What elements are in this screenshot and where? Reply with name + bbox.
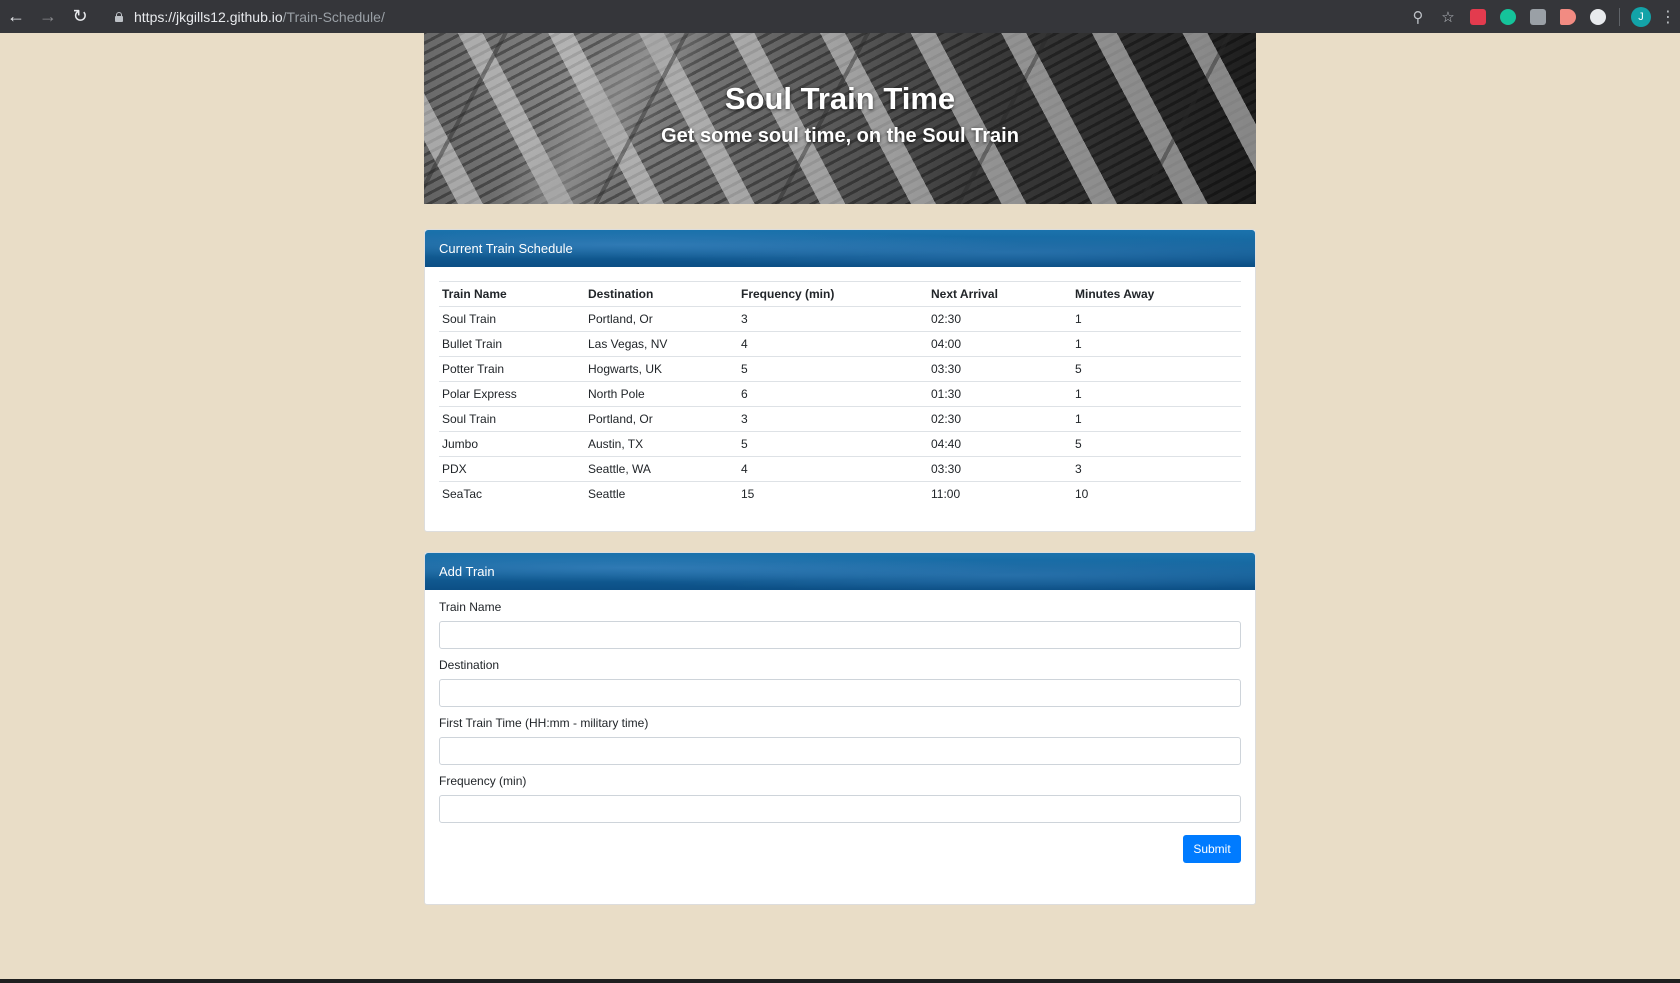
cell-frequency: 5 <box>738 431 928 457</box>
forward-arrow-icon[interactable]: → <box>32 0 64 33</box>
schedule-table: Train Name Destination Frequency (min) N… <box>439 281 1241 507</box>
train-name-input[interactable] <box>439 621 1241 649</box>
page-title: Soul Train Time <box>724 81 956 116</box>
cell-next-arrival: 04:00 <box>928 331 1072 357</box>
train-name-label: Train Name <box>439 600 502 614</box>
cell-next-arrival: 03:30 <box>928 456 1072 482</box>
destination-input[interactable] <box>439 679 1241 707</box>
schedule-card: Current Train Schedule Train Name Destin… <box>424 229 1256 532</box>
extension-gray-icon[interactable] <box>1523 0 1553 33</box>
schedule-card-header: Current Train Schedule <box>425 230 1255 267</box>
column-header: Next Arrival <box>928 281 1072 307</box>
cell-destination: Portland, Or <box>585 406 738 432</box>
reload-icon[interactable]: ↻ <box>64 0 96 33</box>
cell-next-arrival: 02:30 <box>931 312 962 326</box>
frequency-label: Frequency (min) <box>439 774 527 788</box>
cell-train-name: SeaTac <box>439 481 585 507</box>
cell-frequency: 6 <box>738 381 928 407</box>
hero-banner: Soul Train Time Get some soul time, on t… <box>424 33 1256 204</box>
cell-destination: North Pole <box>585 381 738 407</box>
table-row: Polar Express North Pole 6 01:30 1 <box>439 381 1241 407</box>
table-row: Jumbo Austin, TX 5 04:40 5 <box>439 431 1241 457</box>
cell-train-name: Soul Train <box>442 312 497 326</box>
cell-destination: Las Vegas, NV <box>585 331 738 357</box>
destination-label: Destination <box>439 658 500 672</box>
avatar-initial: J <box>1631 6 1651 27</box>
page-container: Soul Train Time Get some soul time, on t… <box>424 33 1256 905</box>
cell-frequency: 4 <box>738 331 928 357</box>
cell-minutes-away: 5 <box>1072 431 1241 457</box>
cell-train-name: Potter Train <box>439 356 585 382</box>
cell-destination: Seattle, WA <box>585 456 738 482</box>
first-train-time-label: First Train Time (HH:mm - military time) <box>439 716 649 730</box>
cell-frequency: 5 <box>738 356 928 382</box>
cell-destination: Seattle <box>585 481 738 507</box>
cell-minutes-away: 1 <box>1072 381 1241 407</box>
page-subtitle: Get some soul time, on the Soul Train <box>661 125 1019 147</box>
cell-minutes-away: 5 <box>1072 356 1241 382</box>
add-train-card: Add Train Train Name Destination First T… <box>424 552 1256 905</box>
browser-toolbar: ← → ↻ https://jkgills12.github.io/Train-… <box>0 0 1680 33</box>
cell-train-name: PDX <box>439 456 585 482</box>
submit-button[interactable]: Submit <box>1183 835 1241 863</box>
lock-icon <box>114 11 124 22</box>
extension-red-arrow-icon[interactable] <box>1553 0 1583 33</box>
cell-train-name: Polar Express <box>439 381 585 407</box>
url-path: /Train-Schedule/ <box>282 8 385 25</box>
add-train-form: Train Name Destination First Train Time … <box>425 590 1255 863</box>
cell-frequency: 3 <box>738 406 928 432</box>
back-arrow-icon[interactable]: ← <box>0 0 32 33</box>
column-header: Frequency (min) <box>738 281 928 307</box>
cell-frequency: 4 <box>738 456 928 482</box>
cell-destination: Austin, TX <box>585 431 738 457</box>
cell-minutes-away: 10 <box>1072 481 1241 507</box>
toolbar-divider <box>1619 7 1620 26</box>
extension-circle-icon[interactable] <box>1583 0 1613 33</box>
cell-frequency: 15 <box>738 481 928 507</box>
table-row: Soul Train Portland, Or 3 02:30 1 <box>439 406 1241 432</box>
cell-train-name: Jumbo <box>439 431 585 457</box>
url-host: https://jkgills12.github.io <box>134 8 283 25</box>
table-row: Potter Train Hogwarts, UK 5 03:30 5 <box>439 356 1241 382</box>
table-row: SeaTac Seattle 15 11:00 10 <box>439 481 1241 507</box>
cell-minutes-away: 1 <box>1072 406 1241 432</box>
cell-train-name: Bullet Train <box>439 331 585 357</box>
extension-pocket-icon[interactable] <box>1463 0 1493 33</box>
column-header: Train Name <box>439 281 585 307</box>
menu-kebab-icon[interactable]: ⋮ <box>1656 7 1680 27</box>
cell-minutes-away: 1 <box>1072 331 1241 357</box>
extension-grammarly-icon[interactable] <box>1493 0 1523 33</box>
cell-frequency: 3 <box>741 312 748 326</box>
cell-next-arrival: 01:30 <box>928 381 1072 407</box>
table-row: Soul Train Portland, Or 3 02:30 1 <box>439 307 1241 332</box>
cell-destination: Hogwarts, UK <box>585 356 738 382</box>
zoom-icon[interactable]: ⚲ <box>1403 0 1433 33</box>
profile-avatar[interactable]: J <box>1626 0 1656 33</box>
bookmark-star-icon[interactable]: ☆ <box>1433 0 1463 33</box>
table-row: Bullet Train Las Vegas, NV 4 04:00 1 <box>439 331 1241 357</box>
add-train-card-header: Add Train <box>425 553 1255 590</box>
cell-minutes-away: 3 <box>1072 456 1241 482</box>
first-train-time-input[interactable] <box>439 737 1241 765</box>
cell-next-arrival: 11:00 <box>928 481 1072 507</box>
cell-next-arrival: 03:30 <box>928 356 1072 382</box>
cell-minutes-away: 1 <box>1075 312 1082 326</box>
column-header: Destination <box>585 281 738 307</box>
table-row: PDX Seattle, WA 4 03:30 3 <box>439 456 1241 482</box>
cell-train-name: Soul Train <box>439 406 585 432</box>
cell-destination: Portland, Or <box>588 312 653 326</box>
frequency-input[interactable] <box>439 795 1241 823</box>
window-bottom-edge <box>0 979 1680 983</box>
cell-next-arrival: 04:40 <box>928 431 1072 457</box>
cell-next-arrival: 02:30 <box>928 406 1072 432</box>
column-header: Minutes Away <box>1072 281 1241 307</box>
address-bar[interactable]: https://jkgills12.github.io/Train-Schedu… <box>104 4 1464 29</box>
